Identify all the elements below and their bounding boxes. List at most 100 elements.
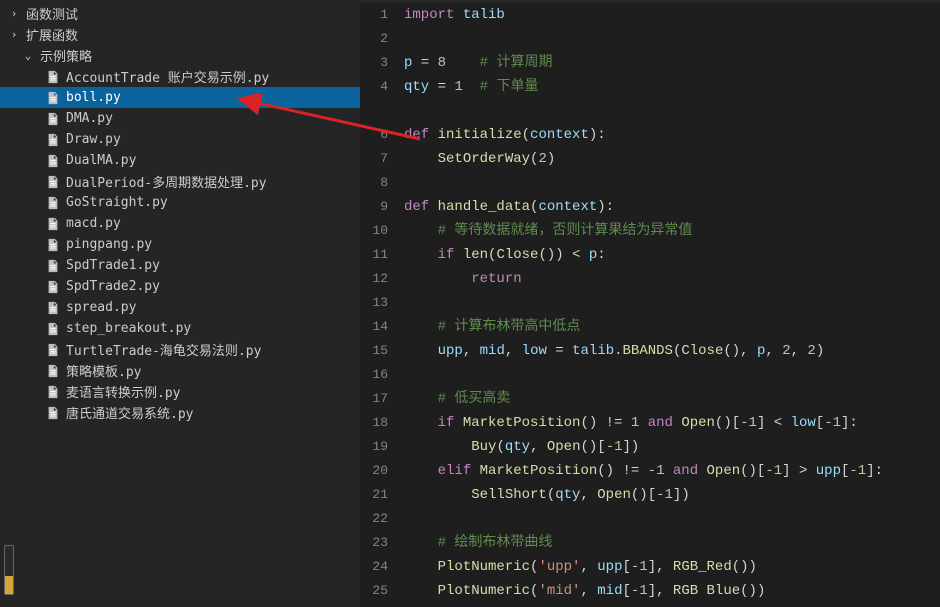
line-number: 17 bbox=[360, 387, 388, 411]
chevron-right-icon[interactable]: › bbox=[6, 7, 22, 20]
code-line[interactable]: # 等待数据就绪，否则计算果结为异常值 bbox=[404, 219, 940, 243]
folder-label: 扩展函数 bbox=[26, 25, 78, 44]
token-str: 'upp' bbox=[538, 559, 580, 575]
code-line[interactable]: elif MarketPosition() != -1 and Open()[-… bbox=[404, 459, 940, 483]
code-line[interactable]: # 绘制布林带曲线 bbox=[404, 531, 940, 555]
file-item[interactable]: pingpang.py bbox=[0, 234, 360, 255]
code-line[interactable] bbox=[404, 291, 940, 315]
code-line[interactable] bbox=[404, 99, 940, 123]
token-op: = bbox=[547, 343, 572, 359]
line-number: 21 bbox=[360, 483, 388, 507]
line-number: 2 bbox=[360, 27, 388, 51]
folder-label: 示例策略 bbox=[40, 46, 92, 65]
token-ident: low bbox=[791, 415, 816, 431]
token-num: 2 bbox=[807, 343, 815, 359]
token-op: = bbox=[429, 79, 454, 95]
token-op: , bbox=[580, 487, 597, 503]
file-icon bbox=[44, 322, 62, 336]
token-op: ): bbox=[597, 199, 614, 215]
folder-item[interactable]: › 扩展函数 bbox=[0, 24, 360, 45]
file-item[interactable]: SpdTrade2.py bbox=[0, 276, 360, 297]
line-number: 1 bbox=[360, 3, 388, 27]
code-line[interactable]: upp, mid, low = talib.BBANDS(Close(), p,… bbox=[404, 339, 940, 363]
token-op: ()[ bbox=[740, 463, 765, 479]
file-item[interactable]: boll.py bbox=[0, 87, 360, 108]
folder-item[interactable]: ⌄ 示例策略 bbox=[0, 45, 360, 66]
code-line[interactable]: SetOrderWay(2) bbox=[404, 147, 940, 171]
token-num: 1 bbox=[454, 79, 462, 95]
file-label: pingpang.py bbox=[66, 237, 152, 252]
code-line[interactable]: return bbox=[404, 267, 940, 291]
token-ident: upp bbox=[816, 463, 841, 479]
token-fn: Open bbox=[681, 415, 715, 431]
code-line[interactable]: def initialize(context): bbox=[404, 123, 940, 147]
token-cmt: # 计算布林带高中低点 bbox=[438, 319, 581, 335]
file-item[interactable]: 策略模板.py bbox=[0, 360, 360, 381]
token-op: ()) < bbox=[538, 247, 588, 263]
line-number: 10 bbox=[360, 219, 388, 243]
chevron-down-icon[interactable]: ⌄ bbox=[20, 49, 36, 62]
code-line[interactable] bbox=[404, 363, 940, 387]
token-kw: if bbox=[438, 247, 455, 263]
code-line[interactable]: if len(Close()) < p: bbox=[404, 243, 940, 267]
line-number: 7 bbox=[360, 147, 388, 171]
code-line[interactable]: qty = 1 # 下单量 bbox=[404, 75, 940, 99]
file-item[interactable]: DualPeriod-多周期数据处理.py bbox=[0, 171, 360, 192]
code-editor[interactable]: 1234 67891011121314151617181920212223242… bbox=[360, 0, 940, 607]
token-ident: low bbox=[522, 343, 547, 359]
code-line[interactable] bbox=[404, 507, 940, 531]
folder-item[interactable]: ›函数测试 bbox=[0, 3, 360, 24]
token-fn: initialize bbox=[438, 127, 522, 143]
file-item[interactable]: SpdTrade1.py bbox=[0, 255, 360, 276]
file-label: DualPeriod-多周期数据处理.py bbox=[66, 172, 267, 191]
file-item[interactable]: 麦语言转换示例.py bbox=[0, 381, 360, 402]
token-op bbox=[446, 55, 480, 71]
token-str: 'mid' bbox=[538, 583, 580, 599]
file-item[interactable]: step_breakout.py bbox=[0, 318, 360, 339]
file-explorer[interactable]: ›函数测试›扩展函数⌄示例策略 AccountTrade 账户交易示例.pybo… bbox=[0, 0, 360, 607]
file-label: GoStraight.py bbox=[66, 195, 168, 210]
file-item[interactable]: TurtleTrade-海龟交易法则.py bbox=[0, 339, 360, 360]
file-item[interactable]: AccountTrade 账户交易示例.py bbox=[0, 66, 360, 87]
code-line[interactable]: PlotNumeric('mid', mid[-1], RGB Blue()) bbox=[404, 579, 940, 603]
file-item[interactable]: macd.py bbox=[0, 213, 360, 234]
file-item[interactable]: spread.py bbox=[0, 297, 360, 318]
file-item[interactable]: 唐氏通道交易系统.py bbox=[0, 402, 360, 423]
token-op: ) bbox=[547, 151, 555, 167]
token-fn: BBANDS bbox=[623, 343, 673, 359]
line-number: 16 bbox=[360, 363, 388, 387]
code-line[interactable] bbox=[404, 27, 940, 51]
code-line[interactable]: # 计算布林带高中低点 bbox=[404, 315, 940, 339]
token-op bbox=[404, 391, 438, 407]
token-op bbox=[404, 439, 471, 455]
file-label: 策略模板.py bbox=[66, 361, 141, 380]
code-line[interactable]: import talib bbox=[404, 3, 940, 27]
code-body[interactable]: import talib p = 8 # 计算周期qty = 1 # 下单量 d… bbox=[404, 3, 940, 607]
code-line[interactable]: if MarketPosition() != 1 and Open()[-1] … bbox=[404, 411, 940, 435]
token-op: , bbox=[580, 559, 597, 575]
token-kw: import bbox=[404, 7, 454, 23]
token-cmt: # 低买高卖 bbox=[438, 391, 511, 407]
file-item[interactable]: Draw.py bbox=[0, 129, 360, 150]
file-label: boll.py bbox=[66, 90, 121, 105]
code-line[interactable]: Buy(qty, Open()[-1]) bbox=[404, 435, 940, 459]
code-line[interactable]: def handle_data(context): bbox=[404, 195, 940, 219]
code-line[interactable]: p = 8 # 计算周期 bbox=[404, 51, 940, 75]
token-op: () != bbox=[580, 415, 630, 431]
token-kw: return bbox=[471, 271, 521, 287]
code-line[interactable]: # 低买高卖 bbox=[404, 387, 940, 411]
token-fn: Buy bbox=[471, 439, 496, 455]
file-icon bbox=[44, 364, 62, 378]
token-num: -1 bbox=[824, 415, 841, 431]
file-icon bbox=[44, 301, 62, 315]
code-line[interactable] bbox=[404, 171, 940, 195]
token-op bbox=[404, 583, 438, 599]
token-op bbox=[404, 343, 438, 359]
file-item[interactable]: DMA.py bbox=[0, 108, 360, 129]
code-line[interactable]: PlotNumeric('upp', upp[-1], RGB_Red()) bbox=[404, 555, 940, 579]
chevron-right-icon[interactable]: › bbox=[6, 28, 22, 41]
code-line[interactable]: SellShort(qty, Open()[-1]) bbox=[404, 483, 940, 507]
file-label: DualMA.py bbox=[66, 153, 136, 168]
file-item[interactable]: GoStraight.py bbox=[0, 192, 360, 213]
file-item[interactable]: DualMA.py bbox=[0, 150, 360, 171]
